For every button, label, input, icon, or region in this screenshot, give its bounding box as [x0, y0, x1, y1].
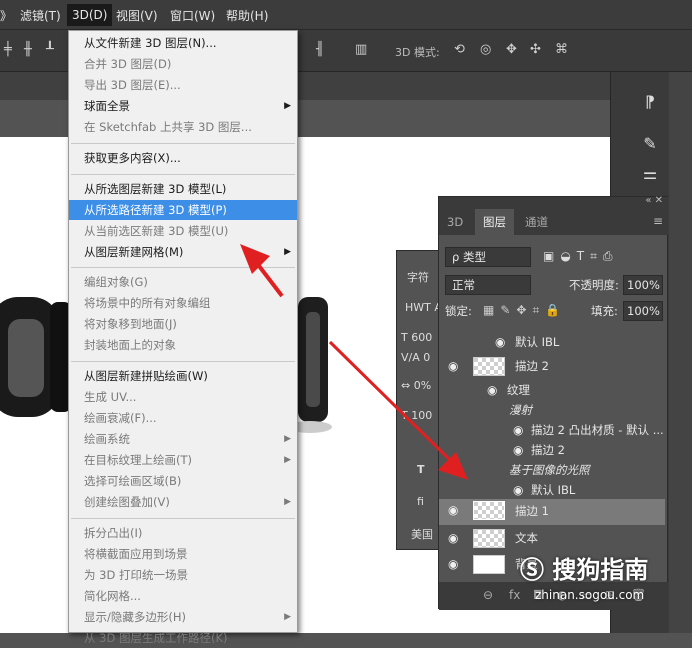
- watermark-brand: Ⓢ 搜狗指南: [520, 550, 648, 585]
- arrow-to-layer: [328, 340, 468, 480]
- watermark-url: zhinan.sogou.com: [535, 588, 645, 602]
- annotation-arrows: [240, 244, 468, 480]
- watermark-brand-text: 搜狗指南: [552, 556, 649, 584]
- sogou-logo-icon: Ⓢ: [520, 556, 544, 584]
- arrow-to-menu-item: [240, 244, 284, 298]
